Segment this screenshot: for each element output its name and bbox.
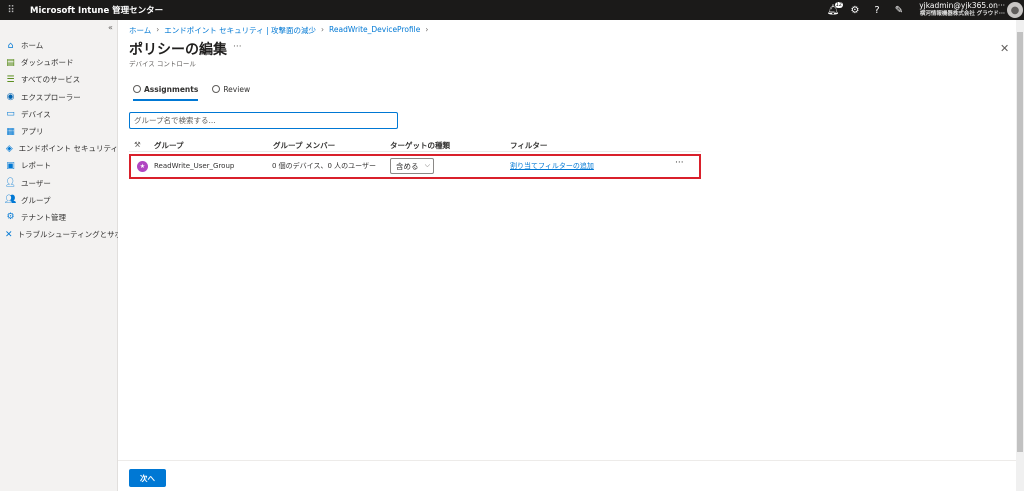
notifications-icon[interactable]: 🔔︎ 12 — [826, 2, 843, 17]
account-info[interactable]: yjkadmin@yjk365.on··· 横河情報機器株式会社 グラウド··· — [905, 1, 1005, 19]
sidebar: « ⌂ ホーム ▤ ダッシュボード ☰ すべてのサービス ◉ エクスプローラー … — [0, 20, 137, 491]
tab-review[interactable]: Review — [212, 80, 250, 98]
sidebar-nav: ⌂ ホーム ▤ ダッシュボード ☰ すべてのサービス ◉ エクスプローラー ▭ … — [0, 37, 137, 243]
app-title[interactable]: Microsoft Intune 管理センター — [30, 4, 163, 16]
table-row: ★ ReadWrite_User_Group 0 個のデバイス、0 人のユーザー… — [129, 154, 701, 179]
sidebar-item-home[interactable]: ⌂ ホーム — [0, 37, 118, 54]
table-header: ⚒ グループ グループ メンバー ターゲットの種類 フィルター — [129, 138, 701, 152]
wizard-tabs: Assignments Review — [133, 80, 250, 101]
footer-divider — [118, 460, 1016, 461]
reports-icon: ▣ — [6, 160, 15, 171]
breadcrumb: ホーム › エンドポイント セキュリティ | 攻撃面の減少 › ReadWrit… — [129, 25, 428, 36]
page-subtitle: デバイス コントロール — [129, 60, 196, 68]
close-icon[interactable]: ✕ — [1000, 42, 1009, 55]
column-header-group[interactable]: グループ — [154, 140, 184, 151]
sidebar-item-users[interactable]: 👤︎ ユーザー — [0, 175, 118, 192]
page-title: ポリシーの編集 — [129, 42, 227, 58]
sidebar-item-tenant-admin[interactable]: ⚙︎ テナント管理 — [0, 209, 118, 226]
sidebar-item-groups[interactable]: 👥︎ グループ — [0, 192, 118, 209]
chevron-right-icon: › — [425, 25, 429, 34]
user-icon: 👤︎ — [4, 178, 17, 189]
add-filter-link[interactable]: 割り当てフィルターの追加 — [510, 161, 594, 171]
help-icon[interactable]: ? — [870, 3, 884, 17]
tenant-icon: ⚙︎ — [6, 212, 15, 223]
breadcrumb-endpoint-security[interactable]: エンドポイント セキュリティ | 攻撃面の減少 — [164, 25, 316, 36]
sidebar-item-dashboard[interactable]: ▤ ダッシュボード — [0, 54, 118, 71]
user-email: yjkadmin@yjk365.on··· — [919, 1, 1005, 10]
tab-assignments[interactable]: Assignments — [133, 80, 199, 101]
explorer-icon: ◉ — [6, 92, 15, 103]
chevron-right-icon: › — [156, 25, 160, 34]
breadcrumb-profile[interactable]: ReadWrite_DeviceProfile — [329, 25, 420, 36]
user-avatar[interactable]: ● — [1007, 2, 1023, 18]
app-launcher-icon[interactable]: ⠿ — [0, 0, 22, 20]
tools-icon: ✕ — [5, 229, 13, 240]
shield-icon: ◈ — [5, 143, 13, 154]
user-org: 横河情報機器株式会社 グラウド··· — [919, 11, 1005, 17]
feedback-icon[interactable]: ✎ — [892, 3, 906, 17]
scrollbar-thumb[interactable] — [1017, 32, 1023, 452]
sort-icon[interactable]: ⚒ — [134, 140, 141, 149]
sidebar-item-explorer[interactable]: ◉ エクスプローラー — [0, 89, 118, 106]
group-icon: 👥︎ — [4, 195, 17, 206]
chevron-right-icon: › — [321, 25, 325, 34]
sidebar-item-apps[interactable]: ▦ アプリ — [0, 123, 118, 140]
top-bar: ⠿ Microsoft Intune 管理センター 🔔︎ 12 ⚙︎ ? ✎ yj… — [0, 0, 1024, 20]
more-options-icon[interactable]: ··· — [233, 42, 242, 52]
settings-icon[interactable]: ⚙︎ — [848, 3, 862, 17]
scrollbar[interactable] — [1016, 20, 1024, 491]
sidebar-item-endpoint-security[interactable]: ◈ エンドポイント セキュリティ — [0, 140, 118, 157]
devices-icon: ▭ — [6, 109, 15, 120]
step-circle-icon — [133, 85, 141, 93]
column-header-members[interactable]: グループ メンバー — [273, 140, 335, 151]
group-avatar-icon: ★ — [137, 161, 148, 172]
list-icon: ☰ — [6, 74, 15, 85]
step-circle-icon — [212, 85, 221, 93]
chevron-down-icon: ⌵ — [424, 161, 430, 169]
home-icon: ⌂ — [7, 40, 14, 51]
sidebar-item-all-services[interactable]: ☰ すべてのサービス — [0, 71, 118, 88]
collapse-sidebar-icon[interactable]: « — [108, 23, 113, 32]
row-more-icon[interactable]: ··· — [675, 158, 684, 168]
target-type-select[interactable]: 含める ⌵ — [390, 158, 434, 174]
group-name: ReadWrite_User_Group — [154, 162, 235, 170]
main-pane: ホーム › エンドポイント セキュリティ | 攻撃面の減少 › ReadWrit… — [118, 20, 1016, 491]
sidebar-item-troubleshooting[interactable]: ✕ トラブルシューティングとサポート — [0, 226, 137, 243]
group-members: 0 個のデバイス、0 人のユーザー — [272, 162, 377, 170]
sidebar-item-devices[interactable]: ▭ デバイス — [0, 106, 118, 123]
column-header-target-type[interactable]: ターゲットの種類 — [390, 140, 450, 151]
top-icons: 🔔︎ 12 ⚙︎ ? ✎ — [826, 0, 906, 20]
notification-badge: 12 — [834, 2, 843, 8]
next-button[interactable]: 次へ — [129, 469, 166, 487]
column-header-filter[interactable]: フィルター — [510, 140, 547, 151]
group-search-input[interactable] — [129, 112, 398, 129]
breadcrumb-home[interactable]: ホーム — [129, 25, 151, 36]
sidebar-item-reports[interactable]: ▣ レポート — [0, 157, 118, 174]
dashboard-icon: ▤ — [6, 57, 15, 68]
apps-icon: ▦ — [6, 126, 15, 137]
